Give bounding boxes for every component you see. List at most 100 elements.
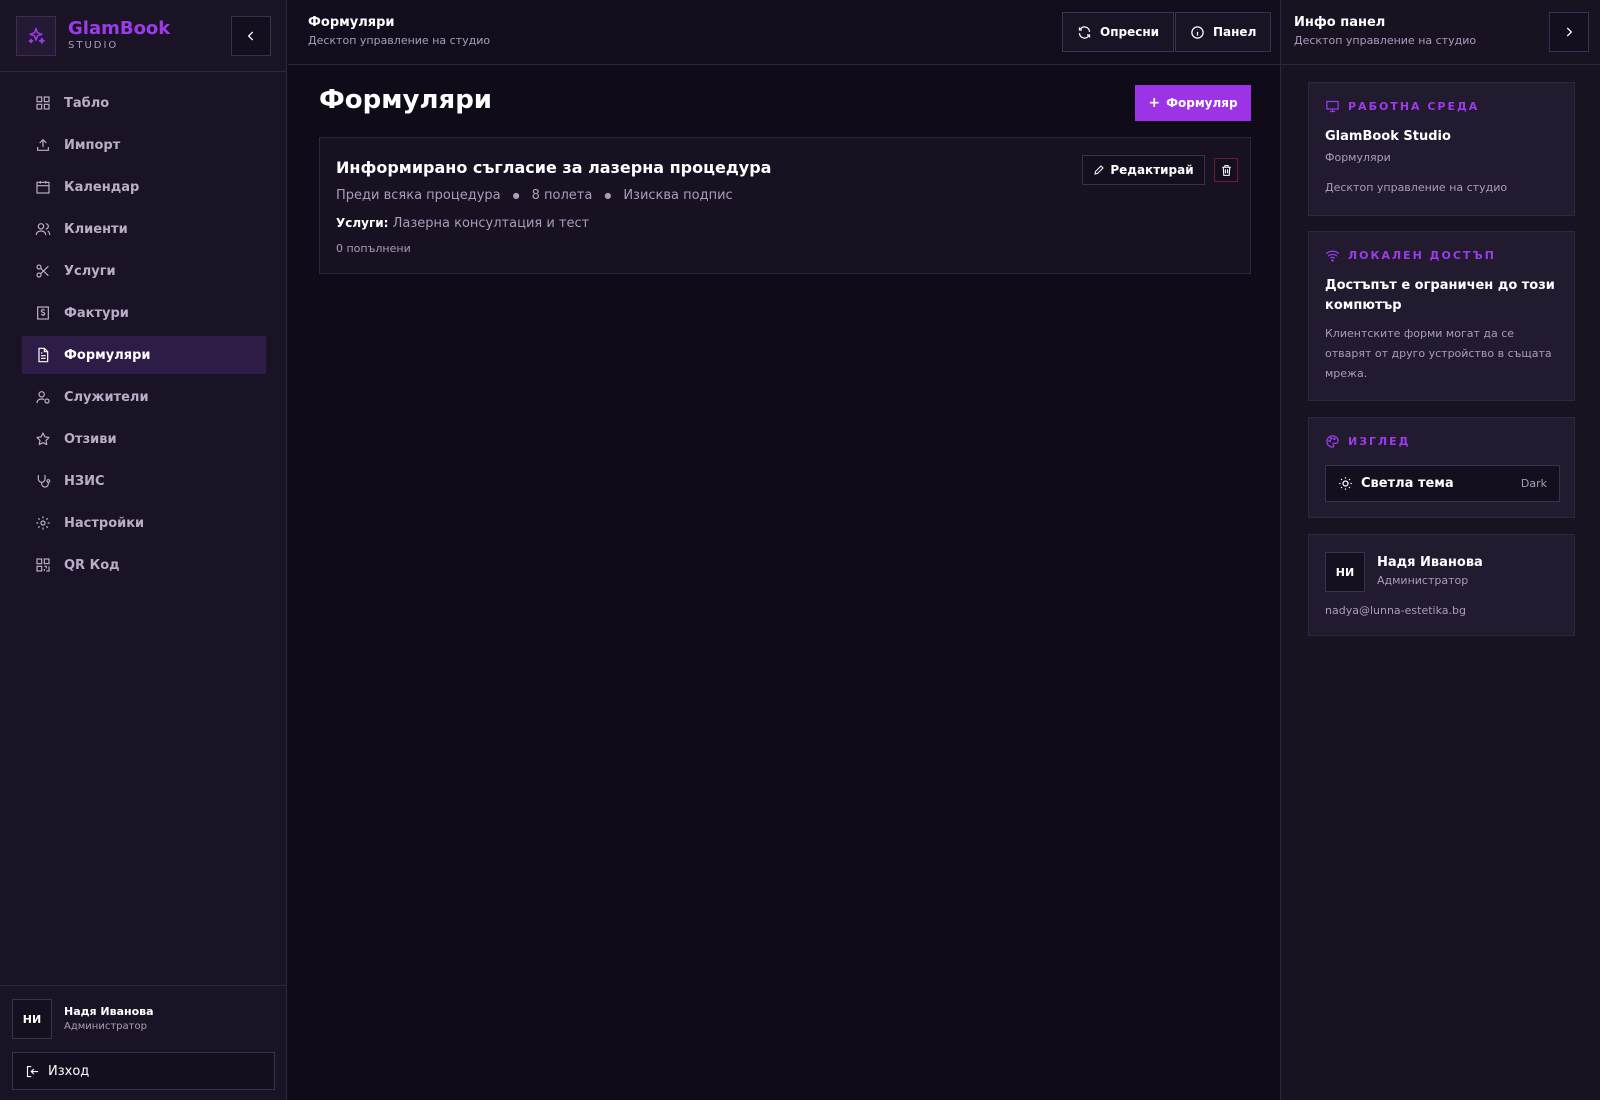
sidebar-item-import[interactable]: Импорт — [22, 126, 266, 164]
sidebar-user: НИ Надя Иванова Администратор — [12, 999, 154, 1039]
edit-form-button[interactable]: Редактирай — [1082, 155, 1205, 185]
workspace-description: Десктоп управление на студио — [1325, 181, 1508, 194]
gear-icon — [36, 516, 50, 530]
sidebar-item-settings[interactable]: Настройки — [22, 504, 266, 542]
sidebar-item-label: Клиенти — [64, 221, 128, 237]
workspace-card: РАБОТНА СРЕДА GlamBook Studio Формуляри … — [1308, 82, 1575, 216]
sidebar-item-staff[interactable]: Служители — [22, 378, 266, 416]
dashboard-icon — [36, 96, 50, 110]
info-panel-title: Инфо панел — [1294, 15, 1386, 30]
logout-icon — [26, 1065, 39, 1077]
qr-code-icon — [36, 558, 50, 572]
form-meta: Преди всяка процедура ● 8 полета ● Изиск… — [336, 188, 733, 203]
edit-form-label: Редактирай — [1110, 163, 1194, 177]
local-access-text: Клиентските форми могат да се отварят от… — [1325, 327, 1552, 380]
wifi-icon — [1325, 250, 1340, 262]
user-card: НИ Надя Иванова Администратор nadya@lunn… — [1308, 534, 1575, 636]
top-bar-title: Формуляри — [308, 15, 395, 30]
calendar-icon — [36, 181, 50, 194]
form-timing: Преди всяка процедура — [336, 188, 501, 203]
trash-icon — [1221, 164, 1231, 176]
sidebar-item-label: QR Код — [64, 557, 120, 573]
page-title: Формуляри — [319, 85, 493, 115]
info-panel-header: Инфо панел Десктоп управление на студио — [1281, 0, 1600, 65]
panel-button[interactable]: Панел — [1175, 12, 1272, 52]
workspace-label-text: РАБОТНА СРЕДА — [1348, 100, 1480, 113]
sparkles-icon — [16, 15, 56, 56]
delete-form-button[interactable] — [1214, 158, 1238, 182]
appearance-label: ИЗГЛЕД — [1325, 434, 1410, 449]
sidebar-item-label: Табло — [64, 95, 110, 111]
workspace-label: РАБОТНА СРЕДА — [1325, 99, 1479, 114]
sidebar-item-reviews[interactable]: Отзиви — [22, 420, 266, 458]
add-form-button[interactable]: + Формуляр — [1135, 85, 1251, 121]
info-icon — [1191, 25, 1204, 39]
chevron-left-icon — [247, 31, 254, 41]
sidebar-item-clients[interactable]: Клиенти — [22, 210, 266, 248]
sidebar-item-qr-code[interactable]: QR Код — [22, 546, 266, 584]
collapse-panel-button[interactable] — [1549, 12, 1589, 52]
workspace-name: GlamBook Studio — [1325, 129, 1451, 144]
theme-toggle-label: Светла тема — [1361, 476, 1454, 491]
add-form-label: Формуляр — [1166, 96, 1238, 110]
workspace-page: Формуляри — [1325, 151, 1391, 164]
logout-button[interactable]: Изход — [12, 1052, 275, 1090]
sidebar-item-label: Фактури — [64, 305, 129, 321]
sidebar-item-label: Импорт — [64, 137, 121, 153]
sidebar-item-services[interactable]: Услуги — [22, 252, 266, 290]
sidebar-item-label: Календар — [64, 179, 140, 195]
main-content: Формуляри + Формуляр Информирано съгласи… — [288, 65, 1280, 1100]
local-access-label: ЛОКАЛЕН ДОСТЪП — [1325, 248, 1496, 263]
sidebar-item-invoices[interactable]: Фактури — [22, 294, 266, 332]
form-filled-count: 0 попълнени — [336, 242, 411, 255]
sidebar-item-label: Формуляри — [64, 347, 151, 363]
user-name: Надя Иванова — [1377, 555, 1483, 570]
panel-label: Панел — [1213, 25, 1257, 39]
form-card: Информирано съгласие за лазерна процедур… — [319, 137, 1251, 274]
brand-name: GlamBook — [68, 17, 171, 39]
local-access-label-text: ЛОКАЛЕН ДОСТЪП — [1348, 249, 1496, 262]
top-bar: Формуляри Десктоп управление на студио О… — [288, 0, 1280, 65]
palette-icon — [1326, 435, 1339, 448]
sidebar-item-label: Услуги — [64, 263, 116, 279]
brand-subtitle: STUDIO — [68, 39, 119, 51]
star-icon — [36, 432, 50, 446]
appearance-label-text: ИЗГЛЕД — [1348, 435, 1411, 448]
theme-toggle[interactable]: Светла тема Dark — [1325, 465, 1560, 502]
staff-icon — [36, 391, 50, 404]
invoice-icon — [37, 306, 49, 320]
sidebar-item-nzis[interactable]: НЗИС — [22, 462, 266, 500]
refresh-icon — [1078, 25, 1091, 39]
user-email: nadya@lunna-estetika.bg — [1325, 604, 1466, 617]
refresh-label: Опресни — [1100, 25, 1160, 39]
sun-icon — [1339, 477, 1352, 490]
sidebar-item-dashboard[interactable]: Табло — [22, 84, 266, 122]
collapse-sidebar-button[interactable] — [231, 16, 271, 56]
refresh-button[interactable]: Опресни — [1062, 12, 1175, 52]
local-access-card: ЛОКАЛЕН ДОСТЪП Достъпът е ограничен до т… — [1308, 231, 1575, 401]
user-role: Администратор — [1377, 574, 1469, 587]
form-services: Услуги: Лазерна консултация и тест — [336, 216, 589, 231]
user-name: Надя Иванова — [64, 1005, 154, 1018]
avatar: НИ — [1325, 552, 1365, 592]
pencil-icon — [1094, 165, 1105, 175]
form-signature: Изисква подпис — [623, 188, 733, 203]
sidebar: GlamBook STUDIO Табло Импорт Календар Кл… — [0, 0, 287, 1100]
sidebar-item-label: Отзиви — [64, 431, 117, 447]
plus-icon: + — [1148, 95, 1161, 111]
sidebar-item-calendar[interactable]: Календар — [22, 168, 266, 206]
sidebar-item-label: НЗИС — [64, 473, 105, 489]
upload-icon — [37, 138, 49, 151]
sidebar-item-label: Настройки — [64, 515, 145, 531]
document-icon — [38, 347, 49, 363]
separator-dot: ● — [604, 191, 612, 200]
theme-current-value: Dark — [1520, 477, 1547, 490]
sidebar-item-forms[interactable]: Формуляри — [22, 336, 266, 374]
brand-header: GlamBook STUDIO — [0, 0, 286, 72]
info-panel-subtitle: Десктоп управление на студио — [1294, 34, 1477, 47]
logout-label: Изход — [48, 1063, 90, 1079]
sidebar-item-label: Служители — [64, 389, 149, 405]
scissors-icon — [36, 264, 49, 278]
appearance-card: ИЗГЛЕД Светла тема Dark — [1308, 417, 1575, 518]
chevron-right-icon — [1566, 27, 1573, 37]
